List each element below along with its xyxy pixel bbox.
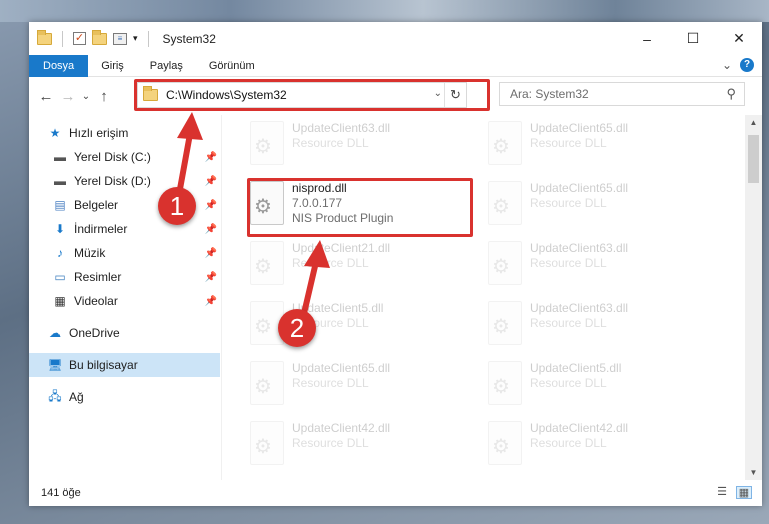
annotation-arrows	[175, 112, 330, 325]
arrow-head-address	[177, 112, 203, 140]
step-marker-2: 2	[278, 309, 316, 347]
step-marker-1: 1	[158, 187, 196, 225]
arrow-head-file	[304, 240, 330, 268]
